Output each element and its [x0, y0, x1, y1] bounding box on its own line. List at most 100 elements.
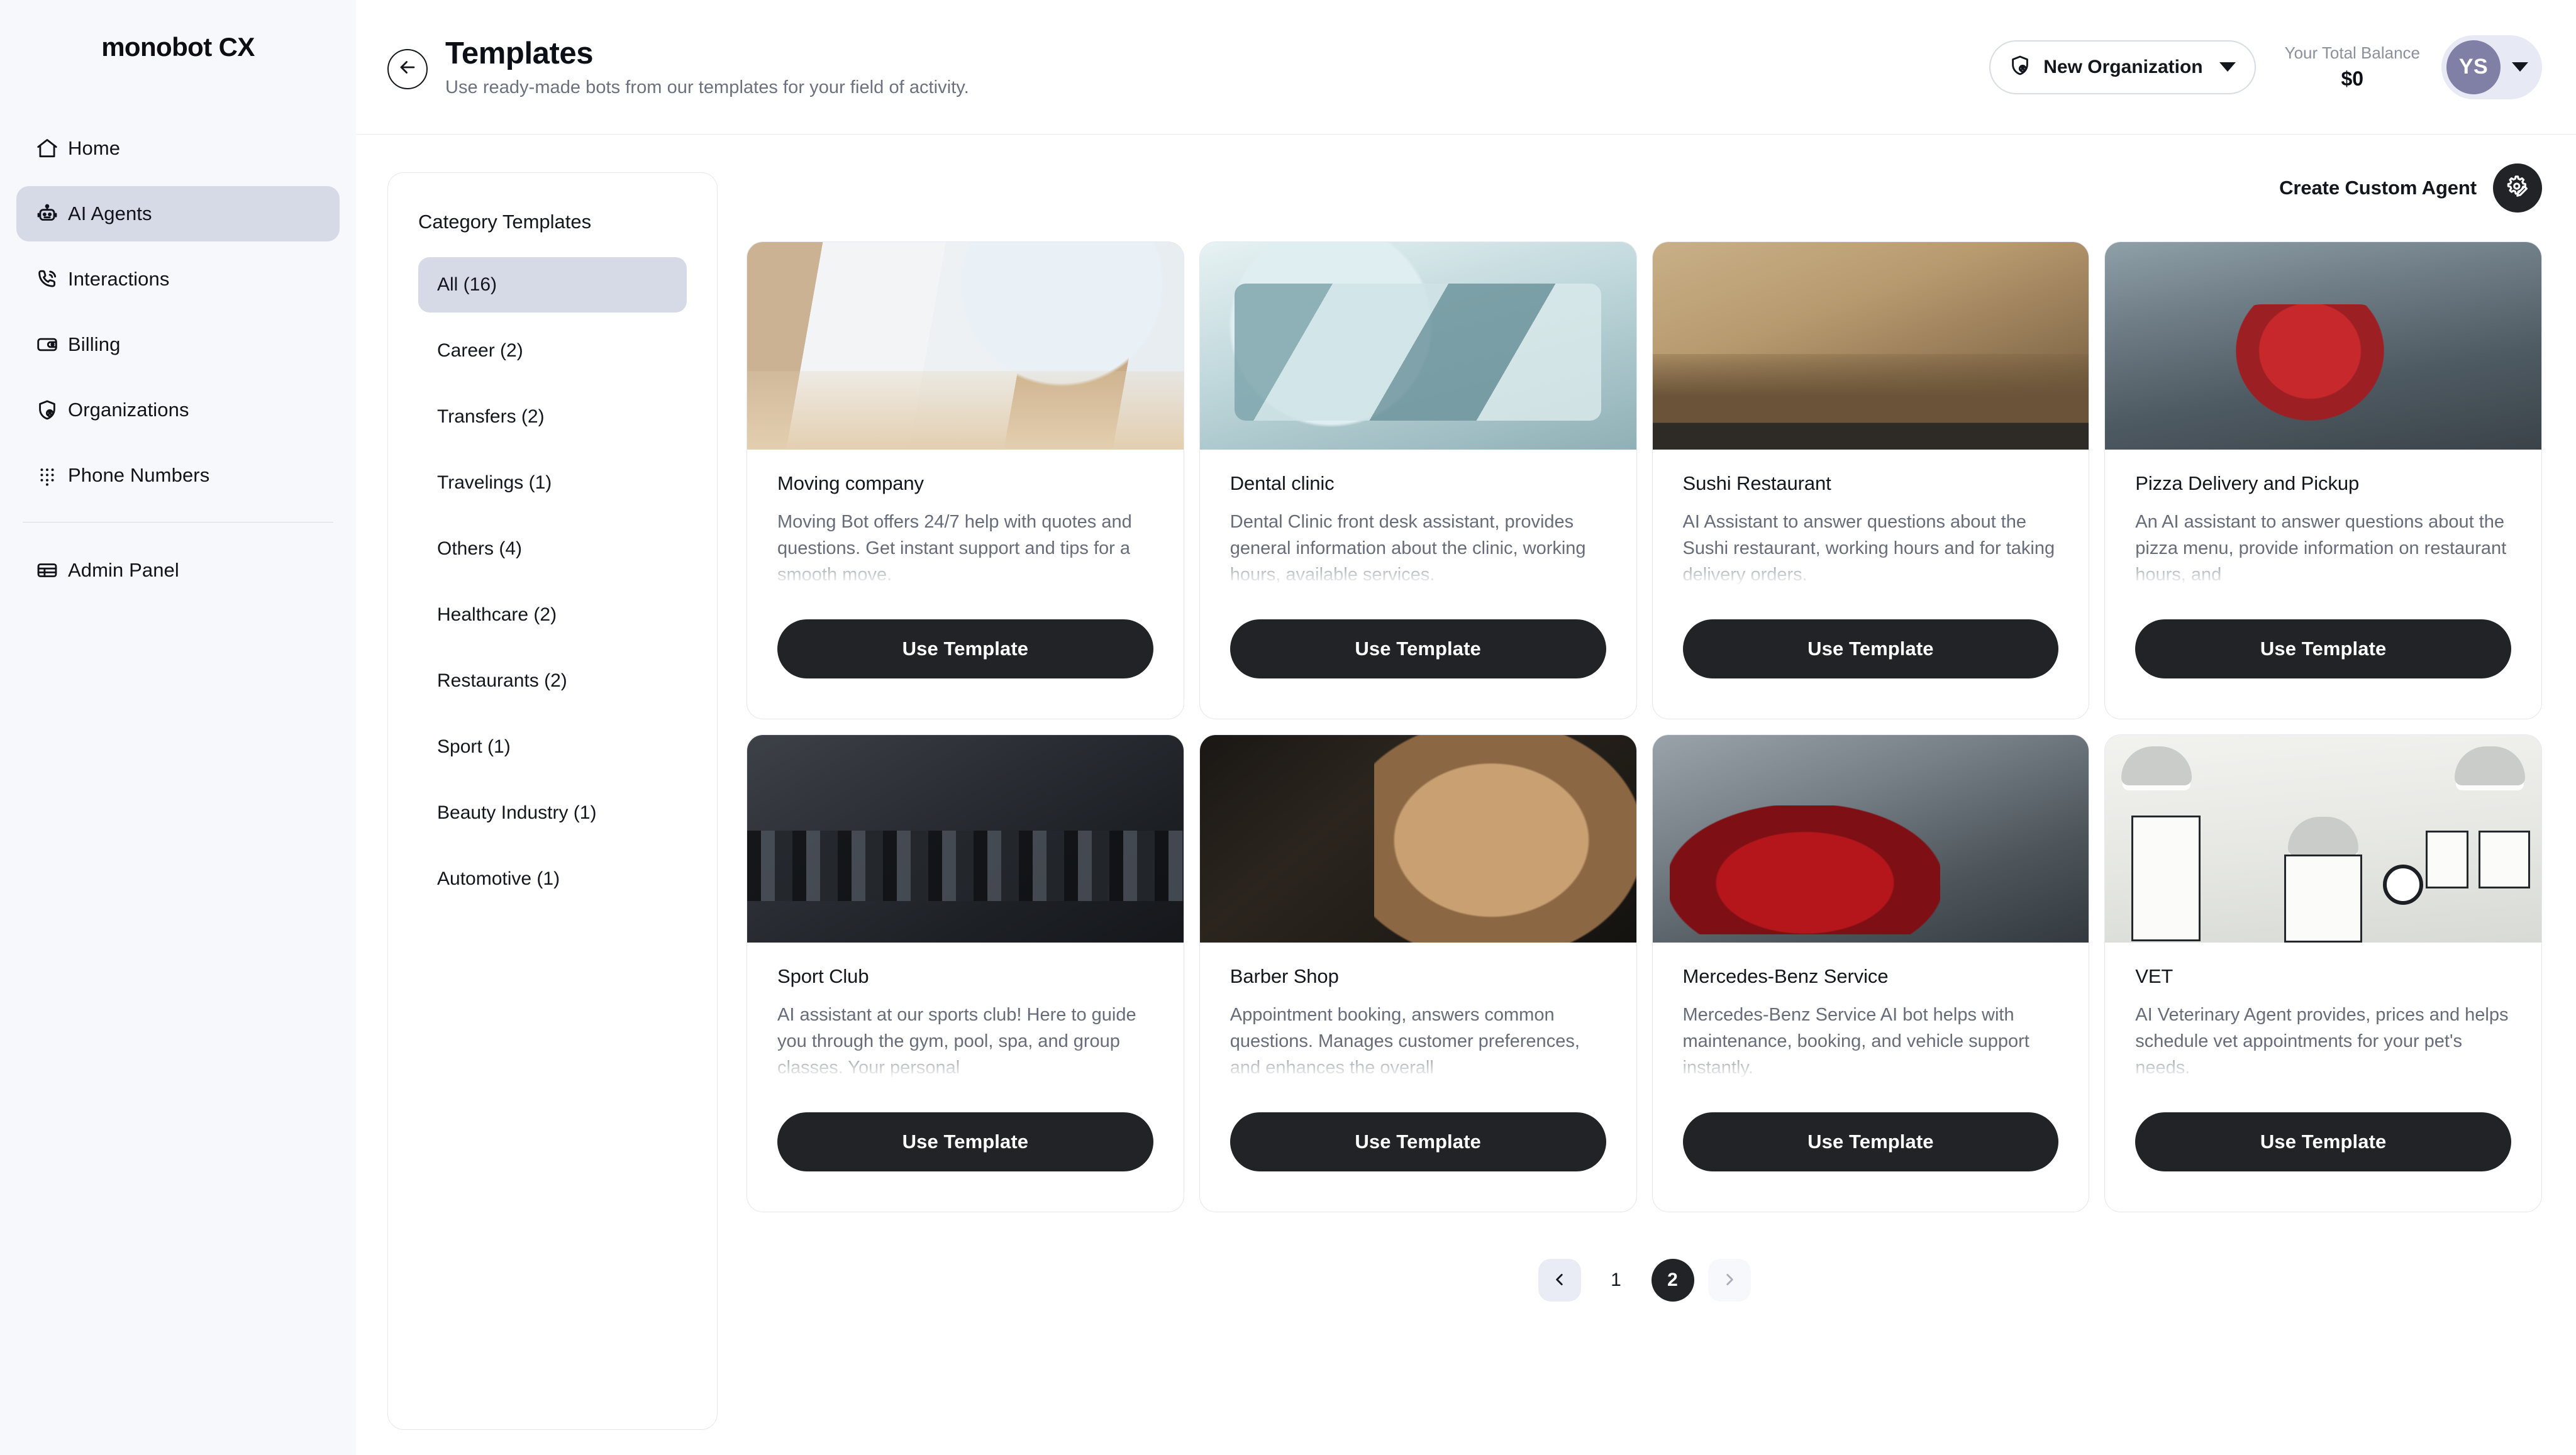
use-template-button[interactable]: Use Template — [2135, 619, 2511, 678]
template-card[interactable]: Sport Club AI assistant at our sports cl… — [747, 734, 1184, 1212]
use-template-button[interactable]: Use Template — [1682, 1112, 2059, 1171]
create-custom-agent-label: Create Custom Agent — [2279, 177, 2477, 199]
category-item-all[interactable]: All (16) — [418, 257, 687, 313]
veterinary-clinic-room-photo — [2105, 735, 2541, 943]
sidebar-item-home[interactable]: Home — [16, 121, 340, 176]
pagination-page-2[interactable]: 2 — [1651, 1259, 1694, 1302]
template-card-description-wrap: An AI assistant to answer questions abou… — [2135, 509, 2511, 602]
robot-icon — [35, 202, 68, 226]
template-card[interactable]: VET AI Veterinary Agent provides, prices… — [2104, 734, 2542, 1212]
phone-call-icon — [35, 267, 68, 291]
use-template-button[interactable]: Use Template — [1682, 619, 2059, 678]
template-card-description: Dental Clinic front desk assistant, prov… — [1230, 512, 1586, 585]
organization-selector[interactable]: New Organization — [1989, 40, 2256, 94]
pagination-prev-button[interactable] — [1538, 1259, 1581, 1302]
avatar: YS — [2446, 40, 2501, 94]
template-card[interactable]: Sushi Restaurant AI Assistant to answer … — [1652, 241, 2090, 719]
chevron-left-icon — [1552, 1271, 1568, 1290]
title-block: Templates Use ready-made bots from our t… — [445, 36, 969, 99]
barber-trimming-hair-photo — [1199, 735, 1636, 943]
sidebar: monobot CX Home AI Agents Interactions B… — [0, 0, 356, 1455]
sidebar-item-label: Admin Panel — [68, 559, 179, 581]
use-template-button[interactable]: Use Template — [777, 619, 1153, 678]
template-card-description: AI assistant at our sports club! Here to… — [777, 1005, 1136, 1078]
template-card-image — [2105, 242, 2541, 450]
template-card-body: Barber Shop Appointment booking, answers… — [1200, 943, 1636, 1212]
category-item-healthcare[interactable]: Healthcare (2) — [418, 587, 687, 643]
sidebar-item-label: Billing — [68, 333, 121, 355]
user-menu[interactable]: YS — [2441, 35, 2542, 99]
template-card-body: Pizza Delivery and Pickup An AI assistan… — [2105, 450, 2541, 719]
classic-red-car-in-garage-photo — [1652, 735, 2089, 943]
template-card-description: AI Assistant to answer questions about t… — [1682, 512, 2055, 585]
template-card-image — [1199, 242, 1636, 450]
template-card-title: Barber Shop — [1230, 965, 1339, 987]
back-button[interactable] — [387, 48, 428, 89]
sidebar-nav: Home AI Agents Interactions Billing Orga… — [16, 121, 340, 598]
template-card-description: An AI assistant to answer questions abou… — [2135, 512, 2507, 585]
category-panel: Category Templates All (16) Career (2) T… — [387, 172, 718, 1430]
template-card-description: AI Veterinary Agent provides, prices and… — [2135, 1005, 2509, 1078]
category-item-others[interactable]: Others (4) — [418, 521, 687, 577]
template-card-description: Mercedes-Benz Service AI bot helps with … — [1682, 1005, 2029, 1078]
category-item-sport[interactable]: Sport (1) — [418, 719, 687, 775]
gear-pencil-icon — [2504, 173, 2531, 204]
create-custom-agent-button[interactable] — [2493, 163, 2542, 213]
template-card[interactable]: Mercedes-Benz Service Mercedes-Benz Serv… — [1652, 734, 2090, 1212]
template-card[interactable]: Dental clinic Dental Clinic front desk a… — [1199, 241, 1637, 719]
category-item-travelings[interactable]: Travelings (1) — [418, 455, 687, 511]
category-item-beauty-industry[interactable]: Beauty Industry (1) — [418, 785, 687, 841]
template-card-description-wrap: Appointment booking, answers common ques… — [1230, 1002, 1606, 1095]
template-card[interactable]: Barber Shop Appointment booking, answers… — [1199, 734, 1637, 1212]
sidebar-item-interactions[interactable]: Interactions — [16, 252, 340, 307]
sushi-bar-chef-and-guests-photo — [1652, 242, 2089, 450]
template-card-title: Pizza Delivery and Pickup — [2135, 472, 2360, 494]
use-template-button[interactable]: Use Template — [777, 1112, 1153, 1171]
sidebar-item-billing[interactable]: Billing — [16, 317, 340, 372]
table-icon — [35, 558, 68, 582]
sidebar-item-admin-panel[interactable]: Admin Panel — [16, 543, 340, 598]
sidebar-divider — [23, 522, 333, 523]
use-template-button[interactable]: Use Template — [1230, 1112, 1606, 1171]
dentists-treating-patient-photo — [1199, 242, 1636, 450]
use-template-button[interactable]: Use Template — [2135, 1112, 2511, 1171]
category-list: All (16) Career (2) Transfers (2) Travel… — [388, 257, 717, 907]
template-card-title: Dental clinic — [1230, 472, 1335, 494]
arrow-left-icon — [397, 57, 418, 81]
pagination-next-button[interactable] — [1707, 1259, 1751, 1302]
sidebar-item-label: Interactions — [68, 268, 170, 290]
brand-logo: monobot CX — [101, 32, 255, 62]
category-item-transfers[interactable]: Transfers (2) — [418, 389, 687, 445]
template-card-description-wrap: AI Veterinary Agent provides, prices and… — [2135, 1002, 2511, 1095]
template-card-title: Sport Club — [777, 965, 869, 987]
sidebar-item-ai-agents[interactable]: AI Agents — [16, 186, 340, 241]
template-card[interactable]: Moving company Moving Bot offers 24/7 he… — [747, 241, 1184, 719]
header-actions: New Organization Your Total Balance $0 Y… — [1989, 35, 2542, 99]
sidebar-item-label: Phone Numbers — [68, 464, 210, 486]
category-item-career[interactable]: Career (2) — [418, 323, 687, 379]
template-card-title: Mercedes-Benz Service — [1682, 965, 1889, 987]
home-icon — [35, 136, 68, 160]
use-template-button[interactable]: Use Template — [1230, 619, 1606, 678]
pagination-page-1[interactable]: 1 — [1595, 1259, 1638, 1302]
template-card-description-wrap: AI assistant at our sports club! Here to… — [777, 1002, 1153, 1095]
template-card-body: Sport Club AI assistant at our sports cl… — [747, 943, 1184, 1212]
template-card-title: Moving company — [777, 472, 924, 494]
template-card[interactable]: Pizza Delivery and Pickup An AI assistan… — [2104, 241, 2542, 719]
category-item-restaurants[interactable]: Restaurants (2) — [418, 653, 687, 709]
pagination: 1 2 — [747, 1259, 2542, 1302]
template-card-image — [2105, 735, 2541, 943]
category-panel-title: Category Templates — [418, 211, 592, 233]
template-card-image — [1199, 735, 1636, 943]
balance-label: Your Total Balance — [2284, 43, 2420, 63]
gym-dumbbell-rack-photo — [747, 735, 1184, 943]
page-subtitle: Use ready-made bots from our templates f… — [445, 77, 969, 98]
create-custom-agent-row[interactable]: Create Custom Agent — [747, 163, 2542, 213]
chevron-right-icon — [1721, 1271, 1738, 1290]
template-card-description-wrap: AI Assistant to answer questions about t… — [1682, 509, 2059, 602]
sidebar-item-organizations[interactable]: Organizations — [16, 382, 340, 438]
category-item-automotive[interactable]: Automotive (1) — [418, 851, 687, 907]
sidebar-item-phone-numbers[interactable]: Phone Numbers — [16, 448, 340, 503]
template-card-body: VET AI Veterinary Agent provides, prices… — [2105, 943, 2541, 1212]
template-card-body: Dental clinic Dental Clinic front desk a… — [1200, 450, 1636, 719]
